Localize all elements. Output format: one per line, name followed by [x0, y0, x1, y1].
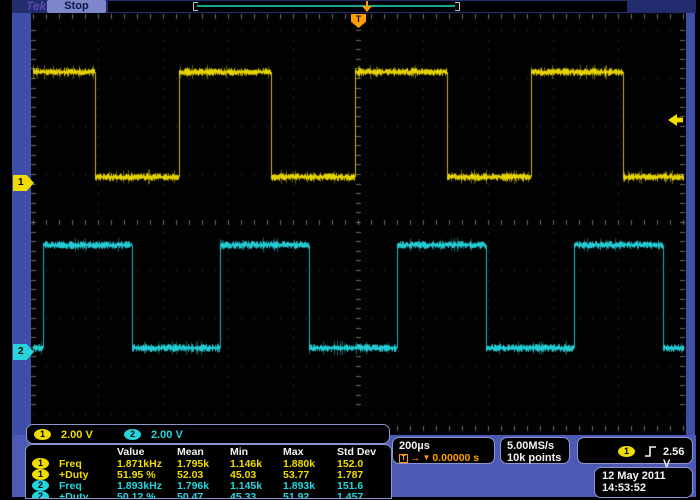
trigger-delay-icon: T — [399, 454, 408, 463]
meas-mean: 50.47 — [177, 492, 203, 499]
meas-max: 51.92 — [283, 492, 309, 499]
ch1-scale[interactable]: 2.00 V — [61, 429, 93, 441]
meas-std: 1.457 — [337, 492, 363, 499]
delay-ref-icon: ▼ — [423, 452, 431, 464]
ch2-scale[interactable]: 2.00 V — [151, 429, 183, 441]
horizontal-delay: 0.00000 s — [432, 452, 479, 464]
meas-min: 45.33 — [230, 492, 256, 499]
record-window-right-bracket — [455, 2, 460, 11]
horizontal-settings-box[interactable]: 200µs T→▼ 0.00000 s — [392, 437, 495, 464]
channel-scale-bar: 1 2.00 V 2 2.00 V — [26, 424, 390, 444]
rising-edge-slope-icon — [644, 445, 657, 458]
record-length: 10k points — [507, 452, 569, 464]
sample-rate: 5.00MS/s — [507, 440, 569, 452]
trigger-source-badge: 1 — [618, 446, 635, 457]
meas-name: +Duty — [59, 492, 88, 499]
ch2-badge: 2 — [32, 480, 49, 491]
trigger-settings-box[interactable]: 1 2.56 V — [577, 437, 693, 464]
record-window-left-bracket — [193, 2, 198, 11]
oscilloscope-screenshot: { "header": { "logo": "Tek", "status": "… — [0, 0, 700, 500]
ch1-badge: 1 — [32, 458, 49, 469]
delay-arrow-icon: → — [410, 452, 421, 464]
header-bar: Tek Stop — [12, 0, 696, 13]
trigger-position-arrow-icon[interactable] — [362, 6, 372, 12]
acquisition-box[interactable]: 5.00MS/s 10k points — [500, 437, 570, 464]
measurement-panel: Value Mean Min Max Std Dev 1 Freq 1.871k… — [25, 444, 392, 499]
ch2-badge: 2 — [32, 491, 49, 499]
col-header-std: Std Dev — [337, 447, 376, 458]
col-header-max: Max — [283, 447, 303, 458]
horizontal-scale: 200µs — [399, 440, 494, 452]
ch1-badge: 1 — [32, 469, 49, 480]
meas-value: 50.12 % — [117, 492, 156, 499]
ch2-badge[interactable]: 2 — [124, 429, 141, 440]
ch1-badge[interactable]: 1 — [34, 429, 51, 440]
time-label: 14:53:52 — [602, 482, 692, 494]
datetime-box: 12 May 2011 14:53:52 — [594, 467, 693, 498]
acquisition-status-badge: Stop — [47, 0, 106, 13]
left-bezel-strip — [12, 13, 31, 445]
col-header-min: Min — [230, 447, 248, 458]
tek-logo: Tek — [26, 0, 46, 13]
col-header-value: Value — [117, 447, 144, 458]
waveform-display[interactable] — [31, 13, 686, 435]
date-label: 12 May 2011 — [602, 470, 692, 482]
display-area: T — [31, 13, 686, 435]
col-header-mean: Mean — [177, 447, 204, 458]
record-window-segment — [197, 5, 455, 7]
